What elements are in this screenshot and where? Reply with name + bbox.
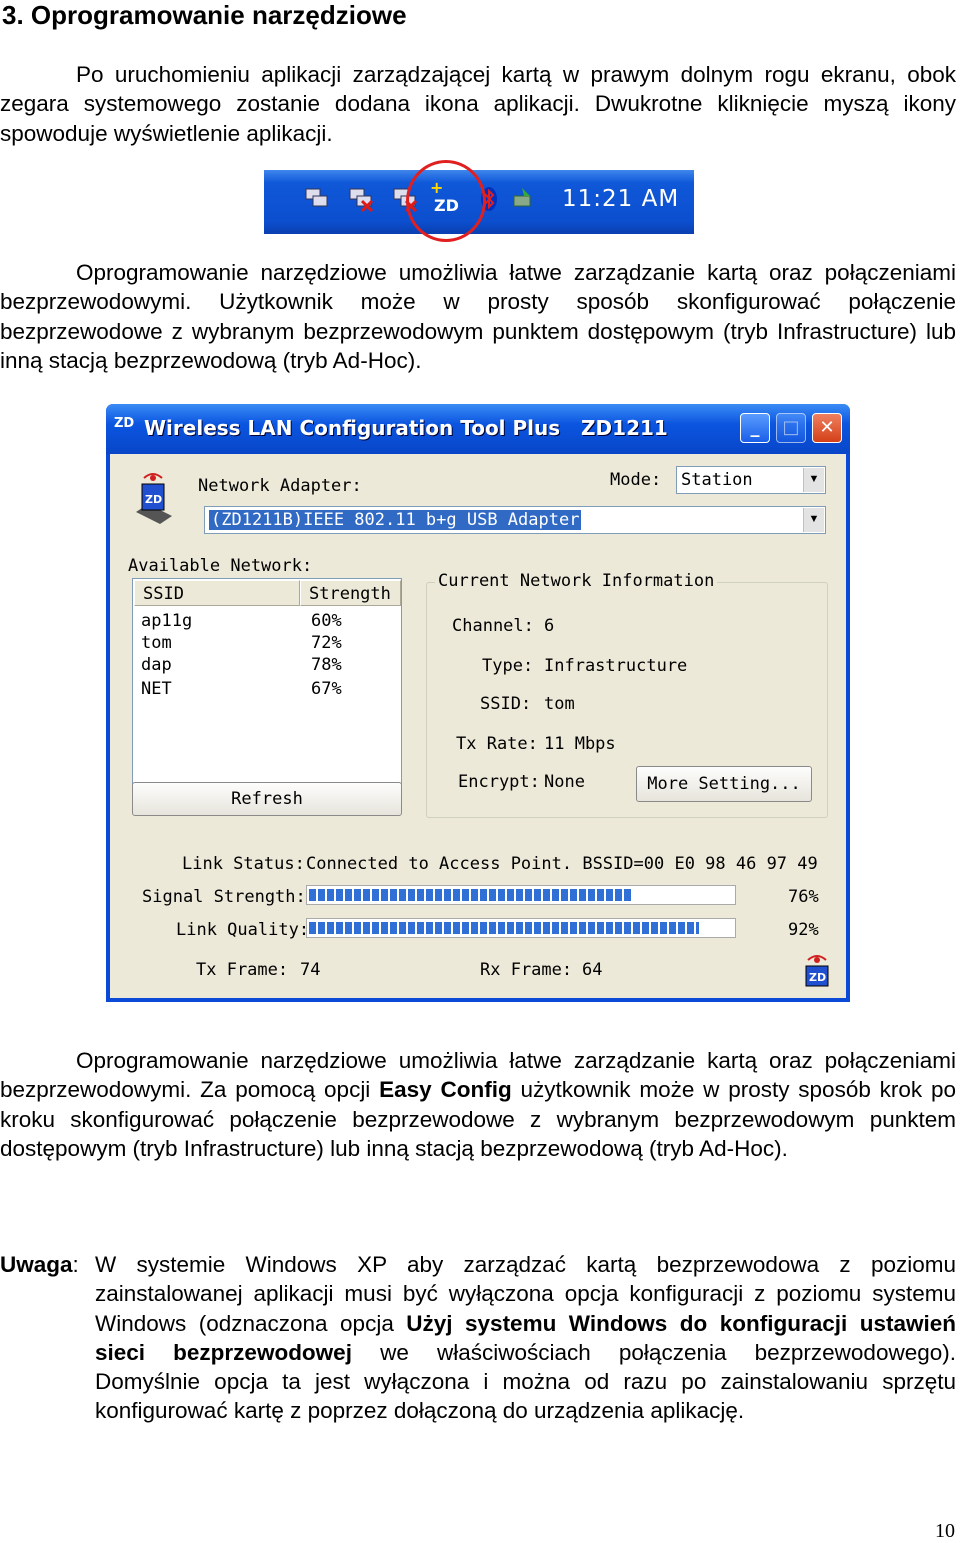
link-quality-fill xyxy=(309,922,699,934)
signal-strength-bar xyxy=(306,885,736,905)
ssid-label: SSID: xyxy=(480,694,532,714)
mode-select[interactable]: Station ▼ xyxy=(676,466,826,494)
maximize-button[interactable]: □ xyxy=(776,413,806,443)
channel-label: Channel: xyxy=(452,616,534,636)
chevron-down-icon[interactable]: ▼ xyxy=(803,468,824,492)
section-heading: 3. Oprogramowanie narzędziowe xyxy=(2,0,407,30)
close-button[interactable]: ✕ xyxy=(812,413,842,443)
network-disconnected-icon[interactable] xyxy=(348,186,374,212)
tx-frame-value: 74 xyxy=(300,960,321,980)
zd-logo-icon: ZD xyxy=(805,955,829,987)
available-network-label: Available Network: xyxy=(128,556,313,576)
link-status-value: Connected to Access Point. BSSID=00 E0 9… xyxy=(306,854,818,874)
chevron-down-icon[interactable]: ▼ xyxy=(803,508,824,532)
column-header-ssid[interactable]: SSID xyxy=(134,580,300,606)
network-connection-icon[interactable] xyxy=(304,186,330,212)
window-title: Wireless LAN Configuration Tool Plus ZD1… xyxy=(144,416,668,440)
window-titlebar: ZD Wireless LAN Configuration Tool Plus … xyxy=(106,404,850,454)
intro-paragraph: Po uruchomieniu aplikacji zarządzającej … xyxy=(0,62,956,146)
svg-text:ZD: ZD xyxy=(809,971,826,984)
window-client-area: ZD Network Adapter: Mode: Station ▼ (ZD1… xyxy=(110,454,846,998)
encrypt-value: None xyxy=(544,772,585,792)
channel-value: 6 xyxy=(544,616,555,636)
available-network-list[interactable]: SSID Strength ap11g 60% tom 72% dap 78% NET… xyxy=(132,578,402,784)
signal-strength-fill xyxy=(309,889,631,901)
svg-text:ZD: ZD xyxy=(145,493,162,506)
rx-frame-value: 64 xyxy=(582,960,603,980)
adapter-icon: ZD xyxy=(136,473,172,524)
link-quality-bar xyxy=(306,918,736,938)
network-adapter-label: Network Adapter: xyxy=(198,476,362,496)
ssid-value: tom xyxy=(544,694,575,714)
note-text: W systemie Windows XP aby zarządzać kart… xyxy=(95,1252,956,1424)
column-header-strength[interactable]: Strength xyxy=(300,580,401,606)
safely-remove-hardware-icon[interactable] xyxy=(510,186,536,212)
wlan-config-window: ZD Wireless LAN Configuration Tool Plus … xyxy=(106,404,850,1002)
tx-rate-label: Tx Rate: xyxy=(456,734,538,754)
highlight-circle xyxy=(406,160,486,242)
current-network-title: Current Network Information xyxy=(435,571,718,591)
encrypt-label: Encrypt: xyxy=(458,772,540,792)
easy-config-paragraph: Oprogramowanie narzędziowe umożliwia łat… xyxy=(0,1048,956,1161)
note-block: Uwaga: W systemie Windows XP aby zarządz… xyxy=(0,1250,956,1426)
type-value: Infrastructure xyxy=(544,656,688,676)
description-paragraph: Oprogramowanie narzędziowe umożliwia łat… xyxy=(0,260,956,373)
note-label: Uwaga: xyxy=(0,1252,79,1277)
system-clock: 11:21 AM xyxy=(562,186,680,212)
page-number: 10 xyxy=(935,1520,955,1542)
zd-app-icon: ZD xyxy=(114,416,135,431)
adapter-select[interactable]: (ZD1211B)IEEE 802.11 b+g USB Adapter ▼ xyxy=(204,506,826,534)
mode-label: Mode: xyxy=(610,470,662,490)
refresh-button[interactable]: Refresh xyxy=(132,782,402,816)
signal-strength-label: Signal Strength: xyxy=(142,887,306,907)
rx-frame-label: Rx Frame: xyxy=(480,960,573,980)
tx-frame-label: Tx Frame: xyxy=(196,960,289,980)
link-quality-percent: 92% xyxy=(788,920,819,940)
signal-strength-percent: 76% xyxy=(788,887,819,907)
link-status-label: Link Status: xyxy=(182,854,305,874)
minimize-button[interactable]: _ xyxy=(740,413,770,443)
more-setting-button[interactable]: More Setting... xyxy=(636,766,812,802)
link-quality-label: Link Quality: xyxy=(176,920,310,940)
tx-rate-value: 11 Mbps xyxy=(544,734,616,754)
type-label: Type: xyxy=(482,656,534,676)
